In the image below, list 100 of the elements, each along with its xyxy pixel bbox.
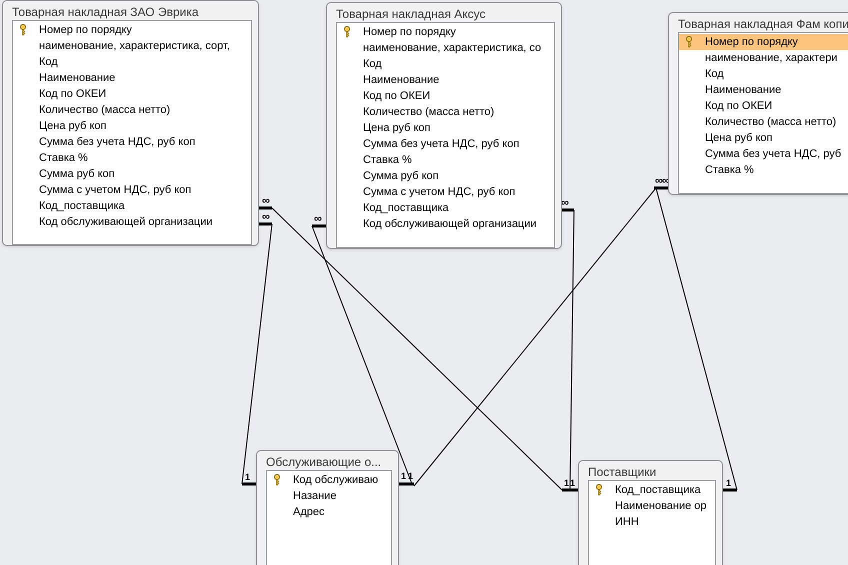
field-row[interactable]: Код обслуживающей организации <box>13 214 251 230</box>
table-window[interactable]: Товарная накладная Фам копи Номер по порядку наименование, характери Код Наименование Код по ОКЕИ Количество (масса нетто) Цена руб коп Сумма без учета НДС, руб Ставка % <box>668 12 848 195</box>
field-row[interactable]: Код <box>679 66 848 82</box>
field-row[interactable]: Номер по порядку <box>337 24 554 40</box>
field-name: Сумма руб коп <box>363 168 439 184</box>
field-name: Сумма без учета НДС, руб коп <box>363 136 520 152</box>
field-name: Код обслуживаю <box>293 472 378 488</box>
field-row[interactable]: Количество (масса нетто) <box>337 104 554 120</box>
field-name: Номер по порядку <box>705 34 798 50</box>
field-name: Код обслуживающей организации <box>39 214 213 230</box>
field-row[interactable]: наименование, характеристика, сорт, <box>13 38 251 54</box>
field-row[interactable]: Номер по порядку <box>13 22 251 38</box>
table-window[interactable]: Обслуживающие о... Код обслуживаю Назание Адрес <box>256 450 399 565</box>
field-row[interactable]: Код по ОКЕИ <box>13 86 251 102</box>
field-name: Наименование ор <box>615 498 707 514</box>
field-name: Наименование <box>705 82 782 98</box>
field-name: Код_поставщика <box>39 198 125 214</box>
field-name: Код по ОКЕИ <box>39 86 106 102</box>
field-row[interactable]: Код_поставщика <box>13 198 251 214</box>
table-title: Товарная накладная Аксус <box>336 7 486 22</box>
many-end-label: ∞ <box>262 196 270 207</box>
field-row[interactable]: Ставка % <box>13 150 251 166</box>
field-name: Сумма без учета НДС, руб <box>705 146 842 162</box>
field-name: Наименование <box>363 72 440 88</box>
field-name: Наименование <box>39 70 116 86</box>
field-row[interactable]: Количество (масса нетто) <box>13 102 251 118</box>
relationship-line[interactable] <box>559 208 578 492</box>
field-row[interactable]: Номер по порядку <box>679 34 848 50</box>
field-name: Количество (масса нетто) <box>363 104 494 120</box>
field-row[interactable]: Код_поставщика <box>589 482 715 498</box>
field-row[interactable]: Назание <box>267 488 391 504</box>
field-row[interactable]: Цена руб коп <box>679 130 848 146</box>
table-title: Обслуживающие о... <box>266 455 382 470</box>
field-name: Код <box>39 54 58 70</box>
many-end-label: ∞ <box>314 214 322 225</box>
field-name: наименование, характери <box>705 50 838 66</box>
field-name: Сумма с учетом НДС, руб коп <box>363 184 516 200</box>
field-row[interactable]: Сумма без учета НДС, руб <box>679 146 848 162</box>
key-icon <box>685 36 693 48</box>
field-name: Назание <box>293 488 336 504</box>
field-row[interactable]: Количество (масса нетто) <box>679 114 848 130</box>
field-row[interactable]: Наименование ор <box>589 498 715 514</box>
field-row[interactable]: Наименование <box>13 70 251 86</box>
field-name: Номер по порядку <box>39 22 132 38</box>
field-name: Код <box>705 66 724 82</box>
field-name: Номер по порядку <box>363 24 456 40</box>
field-name: Код по ОКЕИ <box>705 98 772 114</box>
table-window[interactable] <box>326 2 562 249</box>
field-row[interactable]: Ставка % <box>337 152 554 168</box>
field-row[interactable]: Код по ОКЕИ <box>679 98 848 114</box>
field-row[interactable]: Код обслуживающей организации <box>337 216 554 232</box>
key-icon <box>595 484 603 496</box>
field-row[interactable]: Наименование <box>337 72 554 88</box>
many-end-label: ∞ <box>262 212 270 223</box>
field-row[interactable]: Код_поставщика <box>337 200 554 216</box>
field-row[interactable]: Цена руб коп <box>13 118 251 134</box>
many-end-label: ∞ <box>655 176 663 187</box>
table-window[interactable]: Поставщики Код_поставщика Наименование ор ИНН <box>578 460 723 565</box>
field-name: Ставка % <box>363 152 412 168</box>
one-end-label: 1 <box>401 472 406 481</box>
field-name: Ставка % <box>705 162 754 178</box>
field-name: Цена руб коп <box>705 130 772 146</box>
one-end-label: 1 <box>570 479 576 488</box>
field-row[interactable]: Наименование <box>679 82 848 98</box>
field-row[interactable]: Код <box>337 56 554 72</box>
field-row[interactable]: Сумма без учета НДС, руб коп <box>13 134 251 150</box>
one-end-label: 1 <box>245 473 250 482</box>
field-row[interactable]: Код обслуживаю <box>267 472 391 488</box>
field-row[interactable]: Цена руб коп <box>337 120 554 136</box>
field-name: Код <box>363 56 382 72</box>
field-row[interactable]: наименование, характери <box>679 50 848 66</box>
field-name: Код_поставщика <box>363 200 449 216</box>
table-title: Товарная накладная ЗАО Эврика <box>12 5 199 20</box>
field-name: Код обслуживающей организации <box>363 216 537 232</box>
field-row[interactable]: наименование, характеристика, со <box>337 40 554 56</box>
table-title: Поставщики <box>588 465 656 480</box>
field-row[interactable]: Сумма руб коп <box>337 168 554 184</box>
field-row[interactable]: Адрес <box>267 504 391 520</box>
field-name: наименование, характеристика, со <box>363 40 542 56</box>
field-name: Количество (масса нетто) <box>705 114 836 130</box>
field-row[interactable]: ИНН <box>589 514 715 530</box>
field-row[interactable]: Сумма руб коп <box>13 166 251 182</box>
key-icon <box>19 24 27 36</box>
field-name: Ставка % <box>39 150 88 166</box>
field-row[interactable]: Сумма с учетом НДС, руб коп <box>13 182 251 198</box>
field-name: Цена руб коп <box>363 120 430 136</box>
field-name: Адрес <box>293 504 324 520</box>
field-row[interactable]: Код по ОКЕИ <box>337 88 554 104</box>
field-name: Сумма без учета НДС, руб коп <box>39 134 196 150</box>
field-row[interactable]: Ставка % <box>679 162 848 178</box>
field-name: Сумма с учетом НДС, руб коп <box>39 182 192 198</box>
one-end-label: 1 <box>408 472 414 481</box>
field-row[interactable]: Сумма без учета НДС, руб коп <box>337 136 554 152</box>
key-icon <box>343 26 351 38</box>
field-row[interactable]: Код <box>13 54 251 70</box>
field-name: Цена руб коп <box>39 118 106 134</box>
one-end-label: 1 <box>726 479 732 488</box>
key-icon <box>273 474 281 486</box>
field-row[interactable]: Сумма с учетом НДС, руб коп <box>337 184 554 200</box>
field-name: Сумма руб коп <box>39 166 115 182</box>
